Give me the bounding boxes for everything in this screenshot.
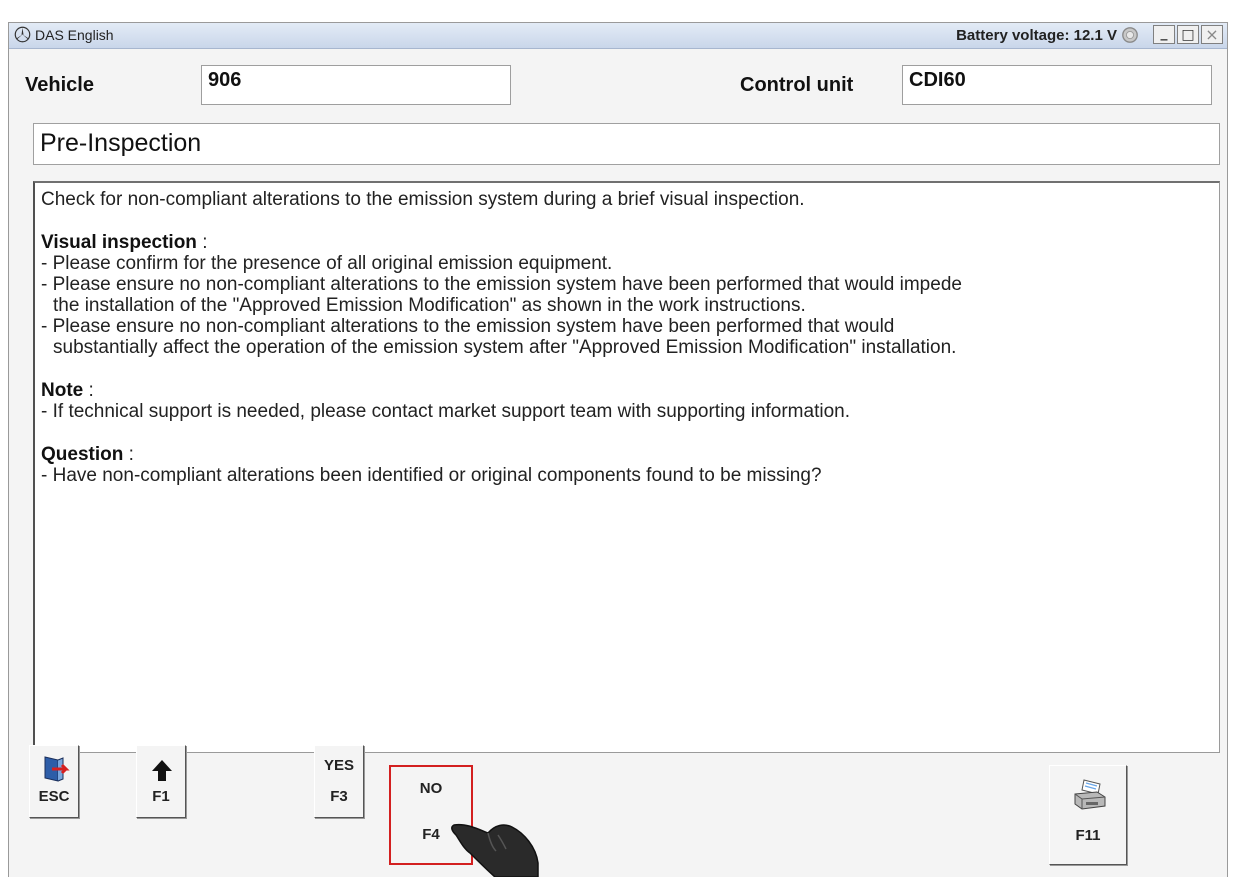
vehicle-label: Vehicle bbox=[25, 74, 94, 96]
maximize-icon: □ bbox=[1181, 26, 1195, 43]
header-row: Vehicle 906 Control unit CDI60 bbox=[9, 63, 1227, 109]
f1-label: F1 bbox=[152, 788, 170, 805]
list-item: - Please confirm for the presence of all… bbox=[41, 253, 613, 274]
title-bar: DAS English Battery voltage: 12.1 V _ □ … bbox=[9, 23, 1227, 49]
list-item: - Please ensure no non-compliant alterat… bbox=[41, 274, 962, 295]
app-title: DAS English bbox=[35, 27, 114, 43]
minimize-icon: _ bbox=[1160, 24, 1168, 41]
mercedes-star-icon bbox=[14, 26, 31, 43]
page-title: Pre-Inspection bbox=[33, 123, 1220, 165]
up-arrow-icon bbox=[152, 760, 172, 781]
question-heading: Question : bbox=[41, 444, 134, 465]
intro-text: Check for non-compliant alterations to t… bbox=[41, 189, 805, 210]
f1-button[interactable]: F1 bbox=[136, 745, 186, 818]
f3-label: F3 bbox=[330, 788, 348, 805]
minimize-button[interactable]: _ bbox=[1153, 25, 1175, 44]
das-window: DAS English Battery voltage: 12.1 V _ □ … bbox=[8, 22, 1228, 877]
yes-label: YES bbox=[323, 757, 354, 774]
instruction-panel: Check for non-compliant alterations to t… bbox=[33, 181, 1220, 753]
maximize-button[interactable]: □ bbox=[1177, 25, 1199, 44]
pointing-hand-icon bbox=[451, 823, 539, 877]
exit-door-icon bbox=[44, 756, 70, 782]
printer-icon bbox=[1074, 779, 1106, 810]
control-unit-label: Control unit bbox=[740, 74, 854, 96]
f11-print-button[interactable]: F11 bbox=[1049, 765, 1127, 865]
close-icon: × bbox=[1205, 25, 1219, 44]
f3-yes-button[interactable]: YES F3 bbox=[314, 745, 364, 818]
status-indicator-icon bbox=[1122, 27, 1138, 43]
list-item: substantially affect the operation of th… bbox=[53, 337, 957, 358]
control-unit-field: CDI60 bbox=[902, 65, 1212, 105]
vehicle-field: 906 bbox=[201, 65, 511, 105]
close-button[interactable]: × bbox=[1201, 25, 1223, 44]
esc-label: ESC bbox=[38, 788, 70, 805]
note-heading: Note : bbox=[41, 380, 94, 401]
f11-label: F11 bbox=[1075, 827, 1101, 844]
battery-voltage: Battery voltage: 12.1 V bbox=[956, 27, 1117, 44]
visual-inspection-heading: Visual inspection : bbox=[41, 232, 208, 253]
list-item: the installation of the "Approved Emissi… bbox=[53, 295, 806, 316]
list-item: - If technical support is needed, please… bbox=[41, 401, 850, 422]
list-item: - Have non-compliant alterations been id… bbox=[41, 465, 822, 486]
esc-button[interactable]: ESC bbox=[29, 745, 79, 818]
list-item: - Please ensure no non-compliant alterat… bbox=[41, 316, 895, 337]
